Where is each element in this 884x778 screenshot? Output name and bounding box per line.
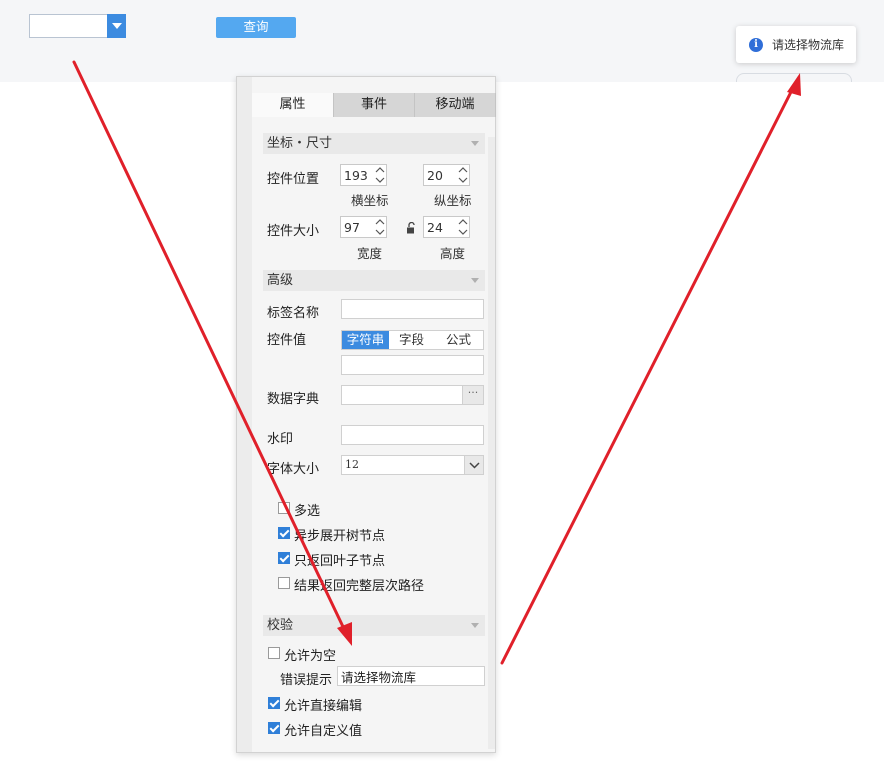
select-chevron[interactable] xyxy=(464,456,483,474)
tree-combo-widget[interactable] xyxy=(29,14,126,38)
widget-value-type-switch: 字符串 字段 公式 xyxy=(341,330,484,350)
x-spinner[interactable]: 193 xyxy=(340,164,387,186)
section-coords-title: 坐标・尺寸 xyxy=(267,136,333,151)
checkbox-allow-edit[interactable] xyxy=(268,697,280,709)
y-caption: 纵坐标 xyxy=(434,193,472,208)
spin-down-icon[interactable] xyxy=(375,176,385,184)
dropdown-arrow-icon[interactable] xyxy=(107,14,126,38)
y-spinner[interactable]: 20 xyxy=(423,164,470,186)
toast-message: 请选择物流库 xyxy=(772,38,845,52)
error-tip-label: 错误提示 xyxy=(280,673,333,688)
tag-name-input[interactable] xyxy=(341,299,484,319)
checkbox-allow-empty[interactable] xyxy=(268,647,280,659)
async-expand-label: 异步展开树节点 xyxy=(294,529,386,544)
panel-scrollbar[interactable] xyxy=(488,137,495,749)
height-spinner[interactable]: 24 xyxy=(423,216,470,238)
tab-properties[interactable]: 属性 xyxy=(252,93,334,117)
section-validation[interactable]: 校验 xyxy=(263,615,485,636)
checkbox-multi-select[interactable] xyxy=(278,502,290,514)
section-coords[interactable]: 坐标・尺寸 xyxy=(263,133,485,154)
font-size-label: 字体大小 xyxy=(267,462,320,477)
tab-mobile[interactable]: 移动端 xyxy=(415,93,496,117)
option-field[interactable]: 字段 xyxy=(389,331,434,349)
option-string[interactable]: 字符串 xyxy=(342,331,389,349)
tag-name-label: 标签名称 xyxy=(267,306,320,321)
arrow-to-toast xyxy=(500,84,796,665)
width-caption: 宽度 xyxy=(357,246,383,261)
size-label: 控件大小 xyxy=(267,224,320,239)
section-validation-title: 校验 xyxy=(267,618,294,633)
allow-edit-label: 允许直接编辑 xyxy=(284,699,363,714)
height-value: 24 xyxy=(427,220,443,235)
leaf-only-label: 只返回叶子节点 xyxy=(294,554,386,569)
spin-up-icon[interactable] xyxy=(375,166,385,174)
spin-up-icon[interactable] xyxy=(458,166,468,174)
chevron-down-icon xyxy=(469,462,480,469)
allow-custom-label: 允许自定义值 xyxy=(284,724,363,739)
x-caption: 横坐标 xyxy=(351,193,389,208)
section-advanced[interactable]: 高级 xyxy=(263,270,485,291)
option-formula[interactable]: 公式 xyxy=(434,331,483,349)
dictionary-input[interactable]: ··· xyxy=(341,385,484,405)
collapse-caret-icon[interactable] xyxy=(471,278,479,283)
width-spinner[interactable]: 97 xyxy=(340,216,387,238)
panel-left-strip xyxy=(237,77,252,752)
watermark-label: 水印 xyxy=(267,432,294,447)
checkbox-async-expand[interactable] xyxy=(278,527,290,539)
y-value: 20 xyxy=(427,168,443,183)
watermark-input[interactable] xyxy=(341,425,484,445)
panel-tabs: 属性 事件 移动端 xyxy=(252,93,496,117)
dictionary-label: 数据字典 xyxy=(267,392,320,407)
more-icon[interactable]: ··· xyxy=(462,386,483,404)
font-size-select[interactable]: 12 xyxy=(341,455,484,475)
spin-down-icon[interactable] xyxy=(458,176,468,184)
widget-value-label: 控件值 xyxy=(267,333,307,348)
x-value: 193 xyxy=(344,168,368,183)
spin-up-icon[interactable] xyxy=(375,218,385,226)
full-path-label: 结果返回完整层次路径 xyxy=(294,579,425,594)
multi-select-label: 多选 xyxy=(294,504,321,519)
toast-ghost xyxy=(736,73,852,82)
tab-events[interactable]: 事件 xyxy=(334,93,415,117)
properties-panel: 属性 事件 移动端 坐标・尺寸 控件位置 193 横坐标 20 纵坐标 控件大小… xyxy=(236,76,496,753)
info-icon: i xyxy=(749,37,763,52)
validation-toast: i 请选择物流库 xyxy=(736,26,856,63)
checkbox-full-path[interactable] xyxy=(278,577,290,589)
spin-up-icon[interactable] xyxy=(458,218,468,226)
collapse-caret-icon[interactable] xyxy=(471,141,479,146)
width-value: 97 xyxy=(344,220,360,235)
spin-down-icon[interactable] xyxy=(375,228,385,236)
error-tip-input[interactable] xyxy=(337,666,485,686)
collapse-caret-icon[interactable] xyxy=(471,623,479,628)
query-button[interactable]: 查询 xyxy=(216,17,296,38)
spin-down-icon[interactable] xyxy=(458,228,468,236)
position-label: 控件位置 xyxy=(267,172,320,187)
allow-empty-label: 允许为空 xyxy=(284,649,337,664)
checkbox-leaf-only[interactable] xyxy=(278,552,290,564)
section-advanced-title: 高级 xyxy=(267,273,294,288)
font-size-value: 12 xyxy=(345,458,359,471)
unlock-icon[interactable] xyxy=(406,222,416,234)
checkbox-allow-custom[interactable] xyxy=(268,722,280,734)
widget-value-input[interactable] xyxy=(341,355,484,375)
height-caption: 高度 xyxy=(440,246,466,261)
